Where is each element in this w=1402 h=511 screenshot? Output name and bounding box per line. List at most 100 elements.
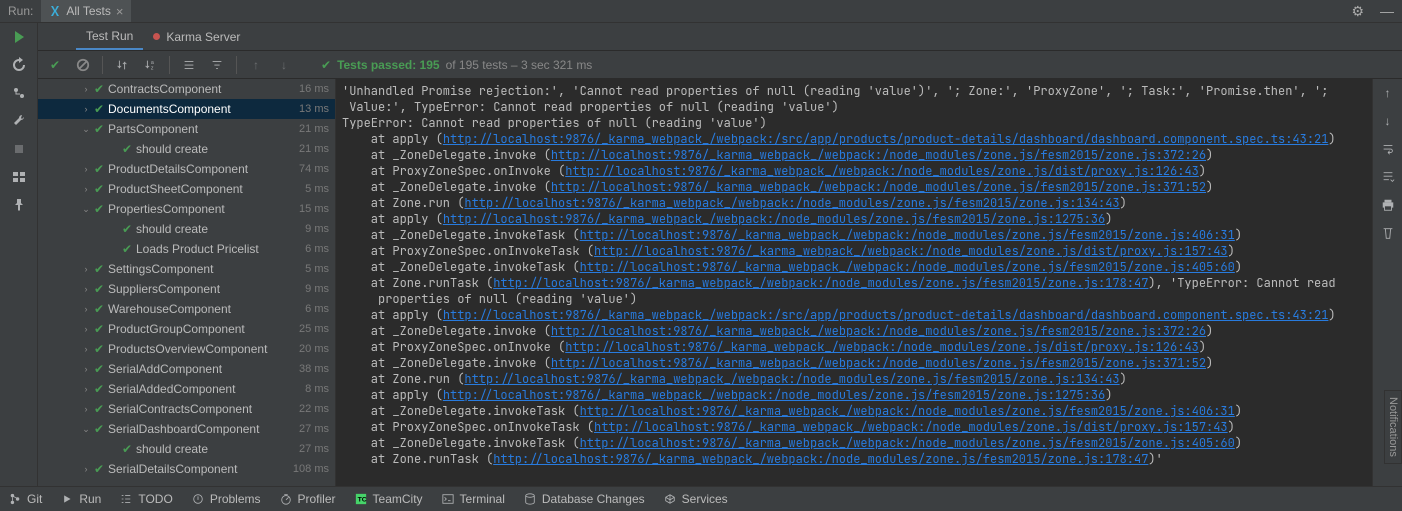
tree-row[interactable]: ›✔SuppliersComponent9 ms xyxy=(38,279,335,299)
tree-row[interactable]: ›✔SerialContractsComponent22 ms xyxy=(38,399,335,419)
chevron-icon[interactable]: › xyxy=(80,324,92,334)
close-icon[interactable]: × xyxy=(116,4,124,19)
next-icon[interactable]: ↓ xyxy=(273,54,295,76)
chevron-icon[interactable]: › xyxy=(80,164,92,174)
stack-link[interactable]: http://localhost:9876/_karma_webpack_/we… xyxy=(443,131,1329,147)
chevron-icon[interactable]: ⌄ xyxy=(80,424,92,435)
tree-row[interactable]: ✔Loads Product Pricelist6 ms xyxy=(38,239,335,259)
chevron-icon[interactable]: › xyxy=(80,184,92,194)
sb-terminal[interactable]: Terminal xyxy=(441,492,505,506)
stack-link[interactable]: http://localhost:9876/_karma_webpack_/we… xyxy=(551,323,1206,339)
tree-row[interactable]: ›✔ContractsComponent16 ms xyxy=(38,79,335,99)
stack-link[interactable]: http://localhost:9876/_karma_webpack_/we… xyxy=(464,371,1119,387)
collapse-icon[interactable] xyxy=(206,54,228,76)
chevron-icon[interactable]: › xyxy=(80,284,92,294)
tree-row[interactable]: ›✔ProductGroupComponent25 ms xyxy=(38,319,335,339)
console-output[interactable]: 'Unhandled Promise rejection:', 'Cannot … xyxy=(336,79,1372,486)
sb-db[interactable]: Database Changes xyxy=(523,492,645,506)
stop-icon[interactable] xyxy=(11,141,27,157)
chevron-icon[interactable]: › xyxy=(80,464,92,474)
expand-icon[interactable] xyxy=(178,54,200,76)
tree-row[interactable]: ⌄✔PartsComponent21 ms xyxy=(38,119,335,139)
chevron-icon[interactable]: › xyxy=(80,364,92,374)
show-passed-icon[interactable]: ✔ xyxy=(44,54,66,76)
sb-profiler[interactable]: Profiler xyxy=(279,492,336,506)
sort-icon[interactable] xyxy=(111,54,133,76)
pass-icon: ✔ xyxy=(92,102,106,116)
tree-label: SerialDashboardComponent xyxy=(108,422,295,436)
tree-row[interactable]: ›✔ProductsOverviewComponent20 ms xyxy=(38,339,335,359)
stack-link[interactable]: http://localhost:9876/_karma_webpack_/we… xyxy=(464,195,1119,211)
tree-row[interactable]: ⌄✔SerialDashboardComponent27 ms xyxy=(38,419,335,439)
stack-link[interactable]: http://localhost:9876/_karma_webpack_/we… xyxy=(493,451,1148,467)
chevron-icon[interactable]: ⌄ xyxy=(80,204,92,215)
tree-row[interactable]: ›✔SerialAddedComponent8 ms xyxy=(38,379,335,399)
rerun-failed-icon[interactable] xyxy=(11,57,27,73)
tree-row[interactable]: ✔should create21 ms xyxy=(38,139,335,159)
stack-link[interactable]: http://localhost:9876/_karma_webpack_/we… xyxy=(551,355,1206,371)
chevron-icon[interactable]: › xyxy=(80,84,92,94)
tree-row[interactable]: ›✔WarehouseComponent6 ms xyxy=(38,299,335,319)
sb-run[interactable]: Run xyxy=(60,492,101,506)
minimize-icon[interactable]: — xyxy=(1372,3,1402,19)
sort-alpha-icon[interactable]: az xyxy=(139,54,161,76)
stack-link[interactable]: http://localhost:9876/_karma_webpack_/we… xyxy=(565,163,1199,179)
tree-row[interactable]: ›✔ProductDetailsComponent74 ms xyxy=(38,159,335,179)
tree-row[interactable]: ✔should create9 ms xyxy=(38,219,335,239)
clear-icon[interactable] xyxy=(1380,225,1396,241)
wrench-icon[interactable] xyxy=(11,113,27,129)
tree-row[interactable]: ✔should create27 ms xyxy=(38,439,335,459)
chevron-icon[interactable]: › xyxy=(80,304,92,314)
chevron-icon[interactable]: ⌄ xyxy=(80,124,92,135)
sb-git[interactable]: Git xyxy=(8,492,42,506)
down-icon[interactable]: ↓ xyxy=(1380,113,1396,129)
stack-link[interactable]: http://localhost:9876/_karma_webpack_/we… xyxy=(580,403,1235,419)
summary-passed: Tests passed: 195 xyxy=(337,58,440,72)
tree-row[interactable]: ⌄✔PropertiesComponent15 ms xyxy=(38,199,335,219)
stack-link[interactable]: http://localhost:9876/_karma_webpack_/we… xyxy=(443,387,1105,403)
prev-icon[interactable]: ↑ xyxy=(245,54,267,76)
stack-link[interactable]: http://localhost:9876/_karma_webpack_/we… xyxy=(551,179,1206,195)
pass-icon: ✔ xyxy=(92,382,106,396)
stack-link[interactable]: http://localhost:9876/_karma_webpack_/we… xyxy=(551,147,1206,163)
stack-link[interactable]: http://localhost:9876/_karma_webpack_/we… xyxy=(580,435,1235,451)
test-tree[interactable]: ›✔ContractsComponent16 ms›✔DocumentsComp… xyxy=(38,79,336,486)
pin-icon[interactable] xyxy=(11,197,27,213)
chevron-icon[interactable]: › xyxy=(80,104,92,114)
tree-row[interactable]: ›✔DocumentsComponent13 ms xyxy=(38,99,335,119)
tree-row[interactable]: ›✔SerialAddComponent38 ms xyxy=(38,359,335,379)
stack-link[interactable]: http://localhost:9876/_karma_webpack_/we… xyxy=(580,227,1235,243)
chevron-icon[interactable]: › xyxy=(80,384,92,394)
tree-row[interactable]: ›✔ProductSheetComponent5 ms xyxy=(38,179,335,199)
stack-link[interactable]: http://localhost:9876/_karma_webpack_/we… xyxy=(443,211,1105,227)
up-icon[interactable]: ↑ xyxy=(1380,85,1396,101)
tree-time: 108 ms xyxy=(293,463,329,475)
chevron-icon[interactable]: › xyxy=(80,404,92,414)
stack-link[interactable]: http://localhost:9876/_karma_webpack_/we… xyxy=(565,339,1199,355)
sb-teamcity[interactable]: TCTeamCity xyxy=(354,492,423,506)
tab-test-run[interactable]: Test Run xyxy=(76,23,143,50)
chevron-icon[interactable]: › xyxy=(80,264,92,274)
rerun-icon[interactable] xyxy=(11,29,27,45)
sb-services[interactable]: Services xyxy=(663,492,728,506)
tree-row[interactable]: ›✔SettingsComponent5 ms xyxy=(38,259,335,279)
print-icon[interactable] xyxy=(1380,197,1396,213)
chevron-icon[interactable]: › xyxy=(80,344,92,354)
gear-icon[interactable]: ⚙ xyxy=(1343,3,1372,20)
tree-row[interactable]: ›✔SerialDetailsComponent108 ms xyxy=(38,459,335,479)
stack-link[interactable]: http://localhost:9876/_karma_webpack_/we… xyxy=(493,275,1148,291)
stack-link[interactable]: http://localhost:9876/_karma_webpack_/we… xyxy=(580,259,1235,275)
tab-all-tests[interactable]: All Tests × xyxy=(41,0,131,22)
scroll-end-icon[interactable] xyxy=(1380,169,1396,185)
toggle-auto-icon[interactable] xyxy=(11,85,27,101)
layout-icon[interactable] xyxy=(11,169,27,185)
stack-link[interactable]: http://localhost:9876/_karma_webpack_/we… xyxy=(594,243,1228,259)
sb-problems[interactable]: Problems xyxy=(191,492,261,506)
tab-karma-server[interactable]: Karma Server xyxy=(143,23,250,50)
notifications-tab[interactable]: Notifications xyxy=(1384,390,1402,464)
soft-wrap-icon[interactable] xyxy=(1380,141,1396,157)
stack-link[interactable]: http://localhost:9876/_karma_webpack_/we… xyxy=(443,307,1329,323)
sb-todo[interactable]: TODO xyxy=(119,492,172,506)
stack-link[interactable]: http://localhost:9876/_karma_webpack_/we… xyxy=(594,419,1228,435)
show-ignored-icon[interactable] xyxy=(72,54,94,76)
